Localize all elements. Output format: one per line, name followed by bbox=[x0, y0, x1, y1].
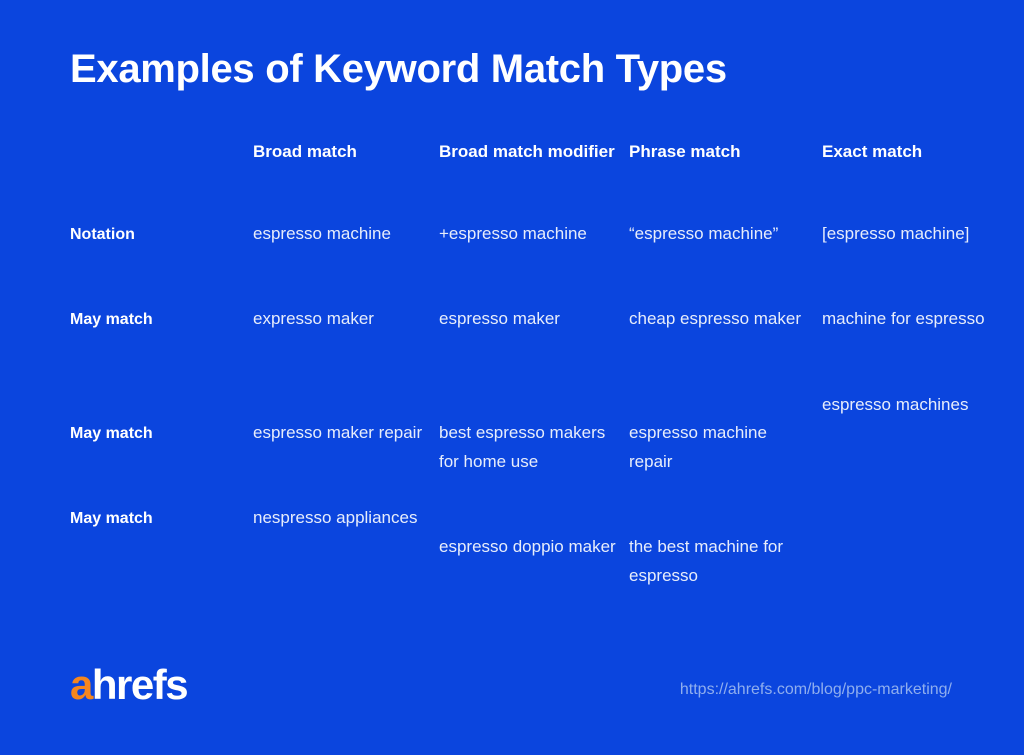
cell-broad-match-notation: espresso machine bbox=[253, 224, 391, 243]
row-label-may-match-3: May match bbox=[70, 510, 153, 527]
source-url[interactable]: https://ahrefs.com/blog/ppc-marketing/ bbox=[680, 679, 952, 701]
infographic-canvas: Examples of Keyword Match Types Broad ma… bbox=[0, 0, 1024, 755]
ahrefs-logo-letter-a: a bbox=[70, 661, 93, 708]
cell-broad-match-example-1: expresso maker bbox=[253, 309, 374, 328]
column-header-broad-match-modifier: Broad match modifier bbox=[439, 142, 615, 161]
cell-broad-match-modifier-example-3: espresso doppio maker bbox=[439, 537, 616, 556]
cell-phrase-match-notation: “espresso machine” bbox=[629, 224, 779, 243]
cell-phrase-match-example-3: the best machine for espresso bbox=[629, 537, 784, 585]
row-label-may-match-1: May match bbox=[70, 311, 153, 328]
cell-broad-match-modifier-notation: +espresso machine bbox=[439, 224, 587, 243]
row-label-may-match-2: May match bbox=[70, 425, 153, 442]
cell-phrase-match-example-1: cheap espresso maker bbox=[629, 309, 801, 328]
cell-exact-match-example-2: espresso machines bbox=[822, 395, 969, 414]
column-header-phrase-match: Phrase match bbox=[629, 142, 741, 161]
row-label-notation: Notation bbox=[70, 226, 135, 243]
cell-broad-match-example-3: nespresso appliances bbox=[253, 508, 418, 527]
ahrefs-logo-wordmark: hrefs bbox=[91, 661, 189, 708]
cell-exact-match-example-1: machine for espresso bbox=[822, 309, 985, 328]
cell-exact-match-notation: [espresso machine] bbox=[822, 224, 970, 243]
column-header-broad-match: Broad match bbox=[253, 142, 357, 161]
column-header-exact-match: Exact match bbox=[822, 142, 923, 161]
keyword-match-types-table: Broad match Broad match modifier Phrase … bbox=[0, 0, 1024, 640]
ahrefs-logo: ahrefs bbox=[70, 660, 189, 710]
cell-broad-match-example-2: espresso maker repair bbox=[253, 423, 423, 442]
cell-phrase-match-example-2: espresso machine repair bbox=[629, 423, 767, 471]
cell-broad-match-modifier-example-2: best espresso makers for home use bbox=[439, 423, 606, 471]
cell-broad-match-modifier-example-1: espresso maker bbox=[439, 309, 560, 328]
